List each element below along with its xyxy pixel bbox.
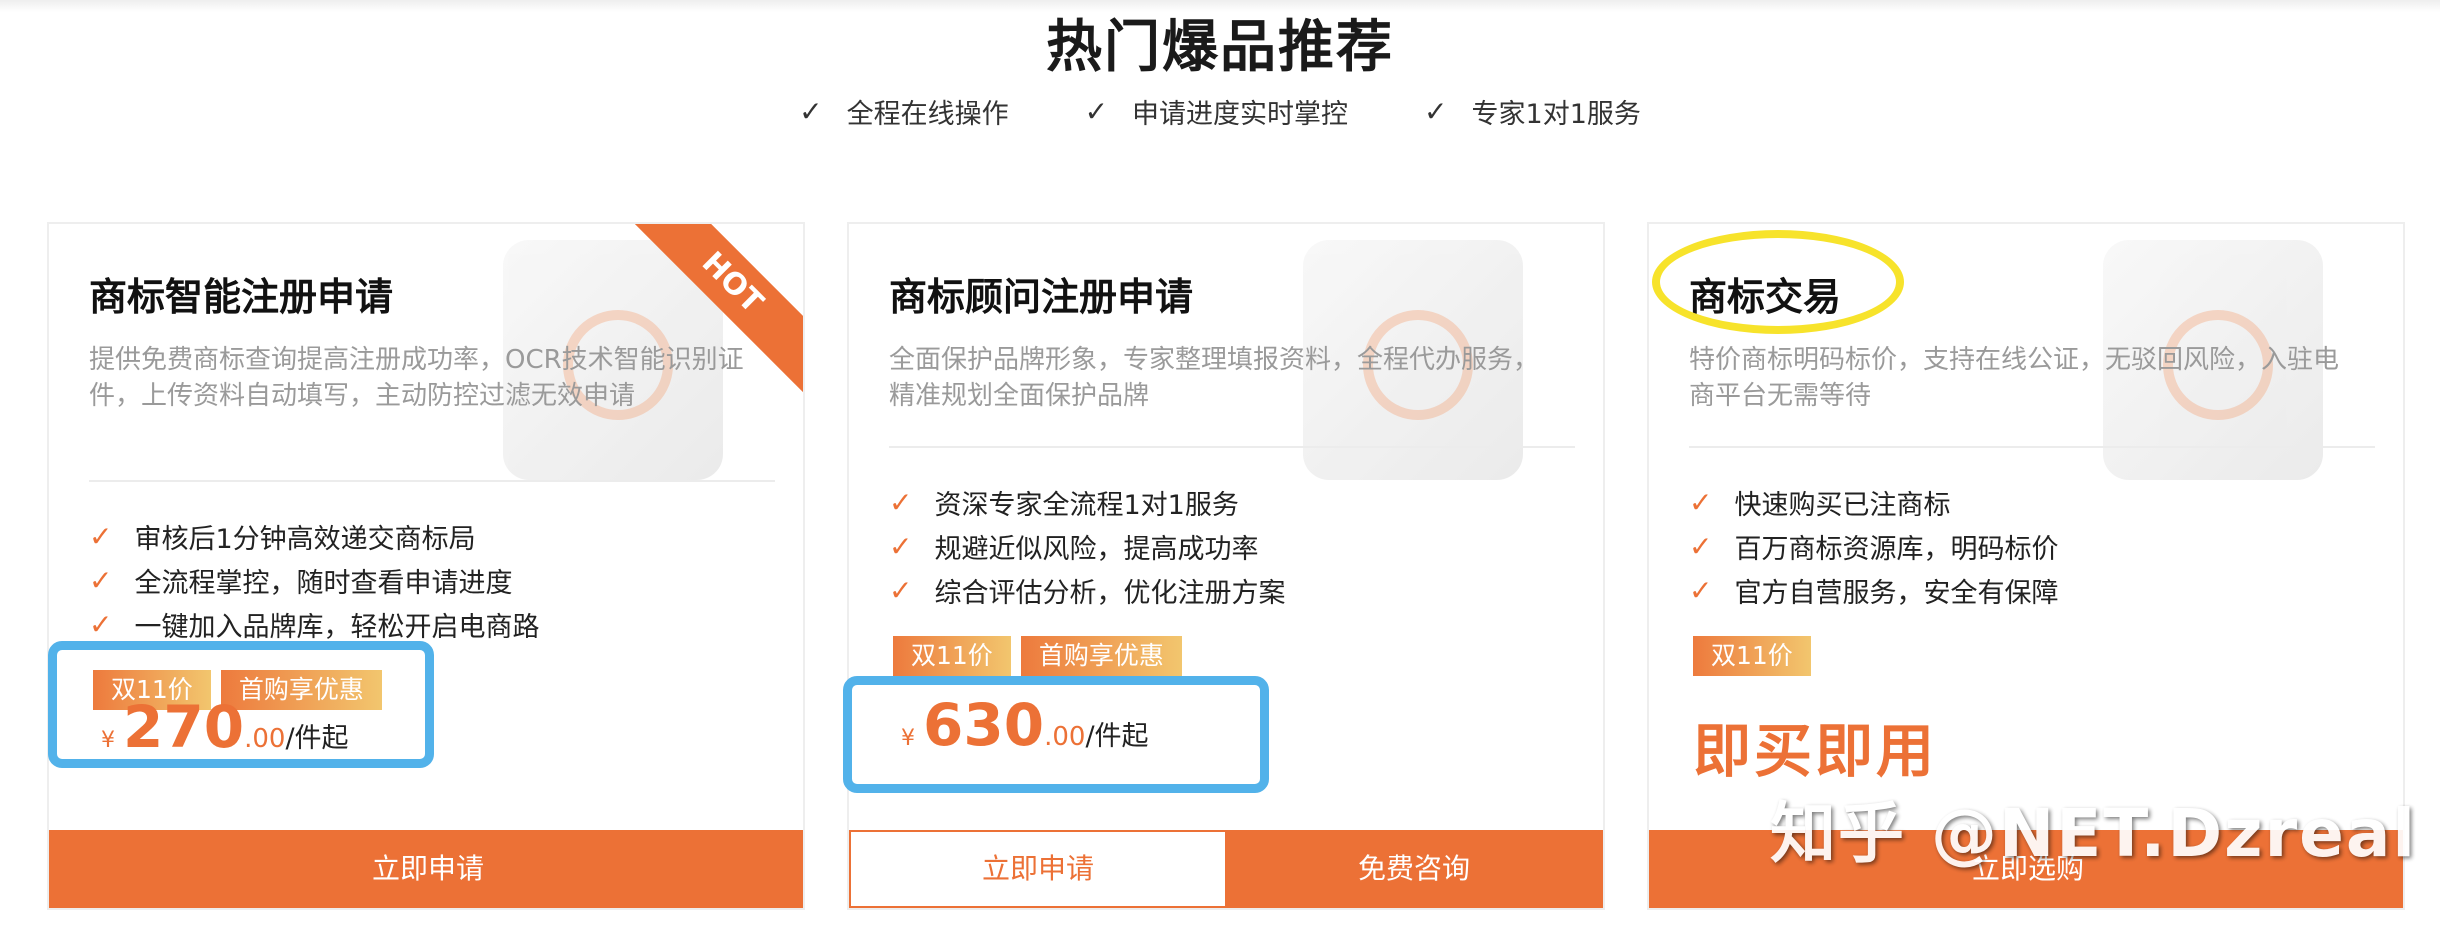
card-description: 提供免费商标查询提高注册成功率，OCR技术智能识别证件，上传资料自动填写，主动防…	[89, 345, 744, 411]
feature-item: ✓ 申请进度实时掌控	[1085, 92, 1348, 131]
price-highlight-box	[843, 676, 1269, 793]
instant-slogan: 即买即用	[1693, 717, 1938, 785]
benefit-item: ✓ 快速购买已注商标	[1689, 480, 2058, 524]
benefit-item: ✓ 规避近似风险，提高成功率	[889, 524, 1285, 568]
feature-label: 申请进度实时掌控	[1132, 99, 1349, 130]
benefit-item: ✓ 官方自营服务，安全有保障	[1689, 568, 2058, 612]
check-icon: ✓	[1084, 95, 1109, 128]
feature-list: ✓ 全程在线操作 ✓ 申请进度实时掌控 ✓ 专家1对1服务	[0, 92, 2440, 131]
divider	[889, 446, 1575, 448]
benefit-label: 全流程掌控，随时查看申请进度	[134, 567, 513, 599]
tick-icon: ✓	[889, 529, 913, 563]
product-card-smart-registration: HOT 商标智能注册申请 提供免费商标查询提高注册成功率，OCR技术智能识别证件…	[47, 222, 805, 910]
benefit-list: ✓ 快速购买已注商标 ✓ 百万商标资源库，明码标价 ✓ 官方自营服务，安全有保障	[1689, 480, 2058, 612]
benefit-label: 审核后1分钟高效递交商标局	[134, 523, 476, 555]
benefit-item: ✓ 全流程掌控，随时查看申请进度	[89, 558, 539, 602]
product-card-consultant-registration: 商标顾问注册申请 全面保护品牌形象，专家整理填报资料，全程代办服务，精准规划全面…	[847, 222, 1605, 910]
feature-item: ✓ 专家1对1服务	[1424, 92, 1641, 131]
tag-list: 双11价	[1693, 636, 1821, 676]
price-highlight-box	[48, 641, 434, 768]
title-highlight-oval	[1652, 230, 1904, 334]
card-description: 全面保护品牌形象，专家整理填报资料，全程代办服务，精准规划全面保护品牌	[889, 345, 1540, 411]
card-title: 商标智能注册申请	[89, 275, 394, 319]
benefit-label: 快速购买已注商标	[1734, 489, 1951, 521]
benefit-label: 官方自营服务，安全有保障	[1734, 577, 2059, 609]
apply-now-button[interactable]: 立即申请	[49, 830, 803, 908]
apply-now-button[interactable]: 立即申请	[849, 830, 1227, 908]
feature-label: 专家1对1服务	[1471, 99, 1641, 130]
tag-double11: 双11价	[893, 636, 1011, 676]
tag-first-purchase: 首购享优惠	[1020, 636, 1182, 676]
feature-label: 全程在线操作	[846, 99, 1009, 130]
benefit-label: 百万商标资源库，明码标价	[1734, 533, 2059, 565]
tick-icon: ✓	[1689, 529, 1713, 563]
tick-icon: ✓	[89, 563, 113, 597]
benefit-item: ✓ 综合评估分析，优化注册方案	[889, 568, 1285, 612]
free-consult-button[interactable]: 免费咨询	[1225, 830, 1603, 908]
tick-icon: ✓	[1689, 573, 1713, 607]
divider	[1689, 446, 2375, 448]
tick-icon: ✓	[89, 519, 113, 553]
benefit-label: 资深专家全流程1对1服务	[934, 489, 1239, 521]
benefit-label: 一键加入品牌库，轻松开启电商路	[134, 611, 540, 643]
watermark: 知乎 @NET.Dzreal	[1770, 795, 2418, 872]
feature-item: ✓ 全程在线操作	[799, 92, 1008, 131]
divider	[89, 480, 775, 482]
section-title: 热门爆品推荐	[1046, 15, 1394, 80]
tick-icon: ✓	[889, 485, 913, 519]
benefit-list: ✓ 审核后1分钟高效递交商标局 ✓ 全流程掌控，随时查看申请进度 ✓ 一键加入品牌库，…	[89, 514, 539, 646]
benefit-item: ✓ 审核后1分钟高效递交商标局	[89, 514, 539, 558]
benefit-item: ✓ 百万商标资源库，明码标价	[1689, 524, 2058, 568]
card-description: 特价商标明码标价，支持在线公证，无驳回风险，入驻电商平台无需等待	[1689, 345, 2340, 411]
benefit-list: ✓ 资深专家全流程1对1服务 ✓ 规避近似风险，提高成功率 ✓ 综合评估分析，优化注册…	[889, 480, 1285, 612]
benefit-item: ✓ 资深专家全流程1对1服务	[889, 480, 1285, 524]
tick-icon: ✓	[889, 573, 913, 607]
benefit-item: ✓ 一键加入品牌库，轻松开启电商路	[89, 602, 539, 646]
tick-icon: ✓	[89, 607, 113, 641]
tag-list: 双11价 首购享优惠	[893, 636, 1192, 676]
benefit-label: 规避近似风险，提高成功率	[934, 533, 1259, 565]
card-title: 商标顾问注册申请	[889, 275, 1194, 319]
tag-double11: 双11价	[1693, 636, 1811, 676]
tick-icon: ✓	[1689, 485, 1713, 519]
check-icon: ✓	[799, 95, 823, 128]
check-icon: ✓	[1424, 95, 1448, 128]
benefit-label: 综合评估分析，优化注册方案	[934, 577, 1286, 609]
